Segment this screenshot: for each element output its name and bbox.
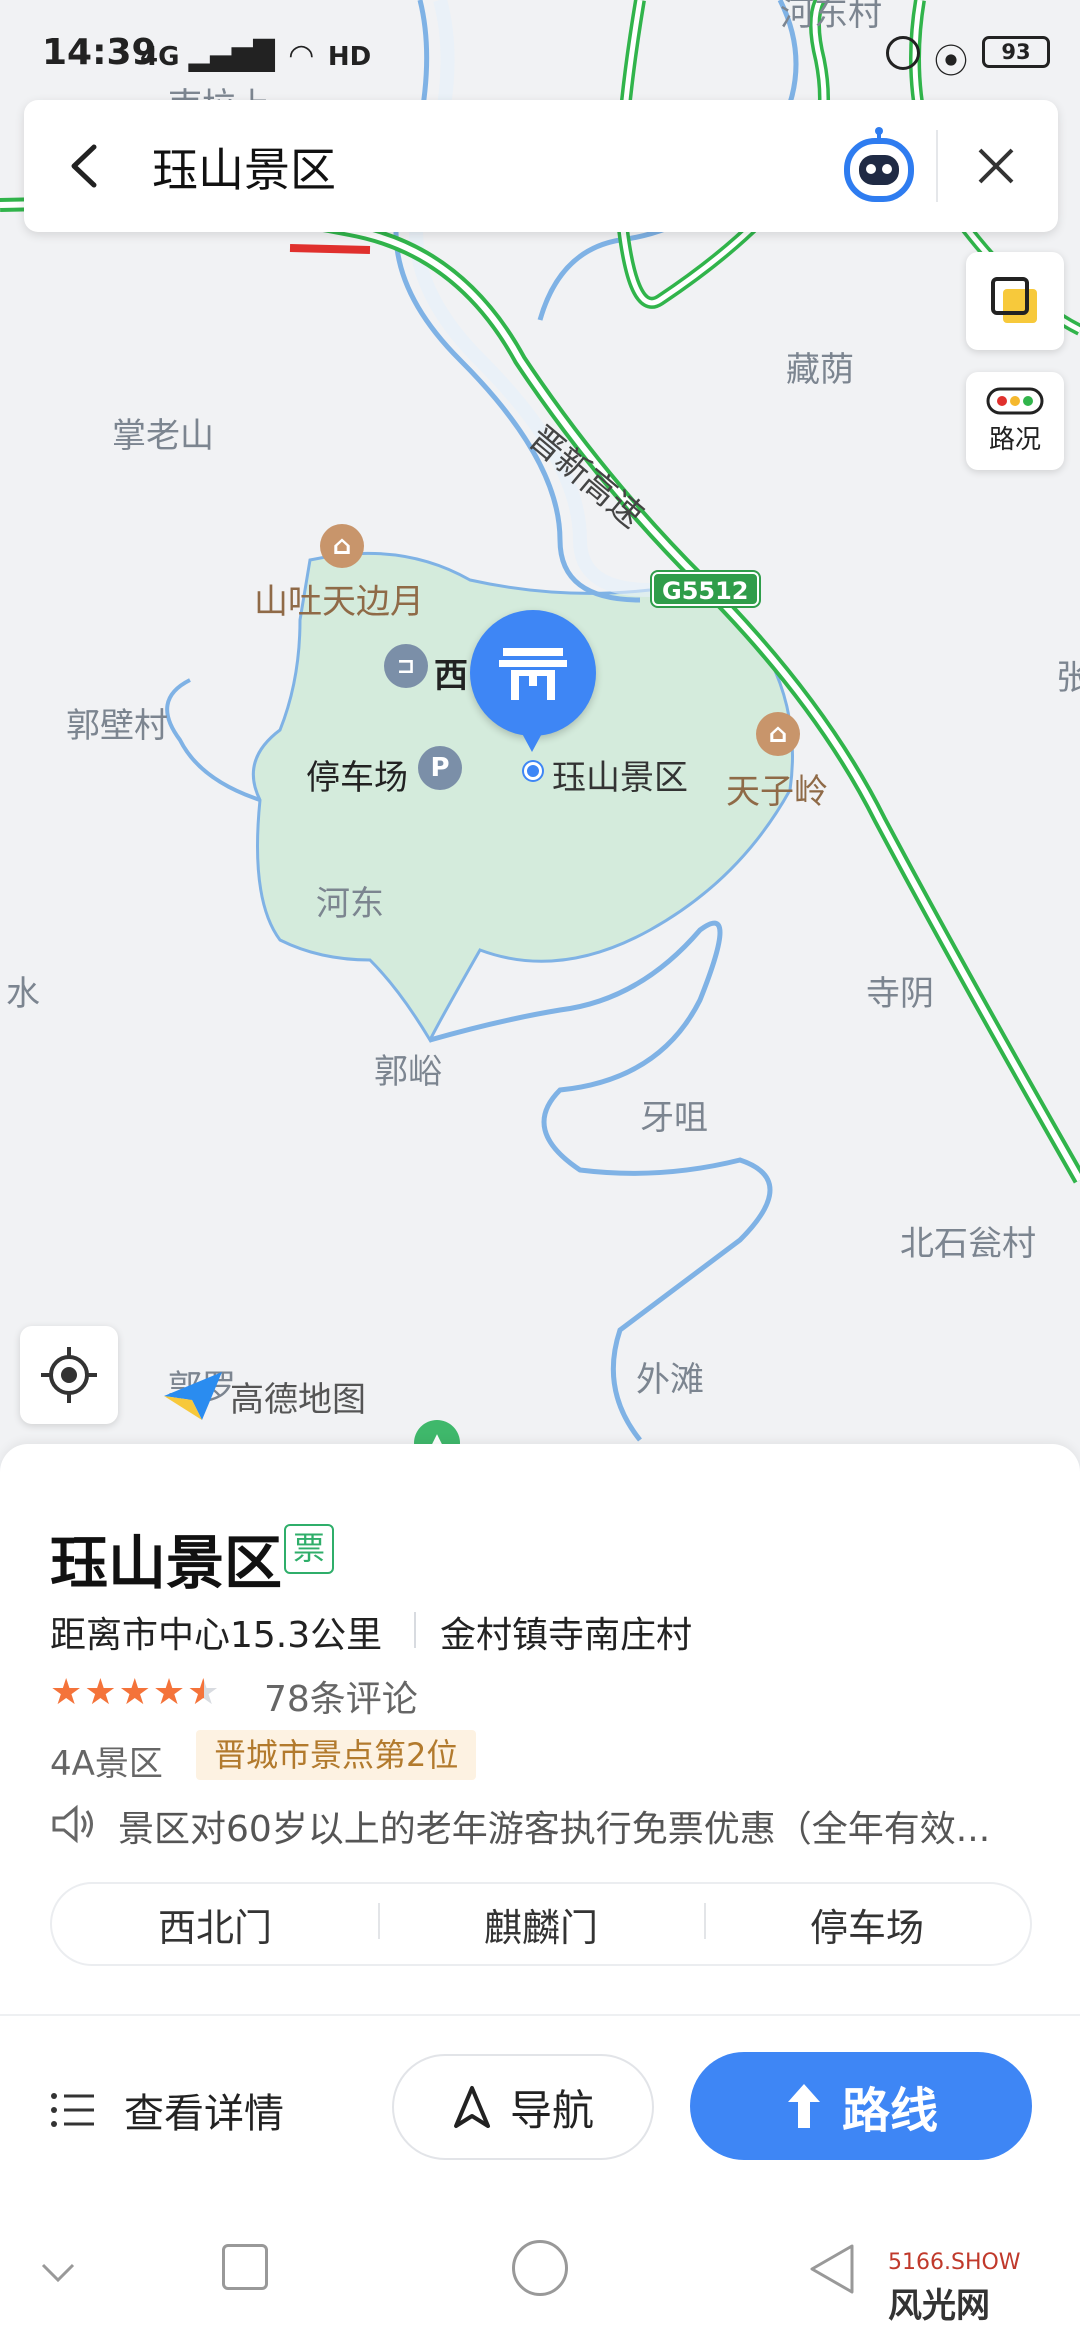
scenic-marker-pin[interactable]	[470, 610, 596, 736]
search-bar[interactable]: 珏山景区	[24, 100, 1058, 232]
close-button[interactable]	[964, 134, 1028, 198]
amap-logo-icon	[164, 1372, 222, 1420]
half-star-icon: ★	[187, 1672, 222, 1713]
watermark-name: 风光网	[888, 2286, 990, 2326]
map-label-zhang: 张	[1056, 658, 1080, 698]
nav-recents-button[interactable]	[222, 2244, 268, 2290]
map-label-beishiwengcun: 北石瓮村	[900, 1224, 1036, 1264]
star-icon: ★	[84, 1672, 119, 1713]
amap-logo: 高德地图	[162, 1370, 366, 1422]
nav-back-button[interactable]	[808, 2242, 856, 2300]
tianziling-icon[interactable]: ⌂	[756, 712, 800, 756]
rating-stars: ★★★★★	[50, 1672, 221, 1713]
map-label-yaju: 牙咀	[640, 1098, 708, 1138]
nav-home-button[interactable]	[512, 2240, 568, 2296]
address-text: 金村镇寺南庄村	[440, 1615, 693, 1656]
info-divider	[414, 1612, 416, 1648]
scenic-level: 4A景区	[50, 1744, 163, 1784]
wifi-icon: ◠	[289, 38, 313, 73]
nav-collapse-button[interactable]	[40, 2262, 76, 2288]
map-label-cangyin: 藏荫	[786, 350, 854, 390]
star-icon: ★	[118, 1672, 153, 1713]
network-signal: 4G ▂▄▆█ ◠ HD	[140, 38, 371, 73]
amap-brand-text: 高德地图	[230, 1379, 366, 1420]
layers-icon	[991, 277, 1037, 323]
traffic-label: 路况	[988, 424, 1041, 455]
rank-tag[interactable]: 晋城市景点第2位	[196, 1730, 477, 1780]
ticket-badge: 票	[284, 1524, 334, 1574]
scenic-center-dot	[524, 762, 542, 780]
signal-icon: ▂▄▆█	[188, 39, 275, 72]
entrance-list: 西北门 麒麟门 停车场	[50, 1882, 1032, 1966]
back-triangle-icon	[810, 2244, 854, 2294]
view-details-button[interactable]: 查看详情	[50, 2080, 284, 2140]
scenic-gate-icon	[499, 648, 567, 700]
watermark-site: 5166.SHOW	[888, 2250, 1021, 2275]
navigation-arrow-icon	[453, 2086, 490, 2128]
highway-shield: G5512	[652, 572, 759, 606]
search-query[interactable]: 珏山景区	[152, 134, 336, 200]
route-arrow-icon	[787, 2084, 820, 2128]
traffic-light-icon	[986, 387, 1044, 414]
place-title: 珏山景区	[50, 1529, 283, 1597]
speaker-icon	[50, 1804, 96, 1848]
poi-label-tianziling[interactable]: 天子岭	[726, 764, 828, 813]
map-label-guobicun: 郭壁村	[66, 706, 168, 746]
poi-label-scenic[interactable]: 珏山景区	[552, 750, 688, 799]
star-icon: ★	[50, 1672, 85, 1713]
review-count-link[interactable]: 78条评论	[264, 1670, 418, 1722]
entrance-parking[interactable]: 停车场	[704, 1897, 1030, 1952]
assistant-button[interactable]	[834, 122, 924, 212]
navigate-button[interactable]: 导航	[392, 2054, 654, 2160]
notice-text[interactable]: 景区对60岁以上的老年游客执行免票优惠（全年有效...	[118, 1800, 990, 1852]
assistant-robot-icon	[844, 127, 914, 202]
lock-icon	[886, 36, 920, 70]
locate-me-button[interactable]	[20, 1326, 118, 1424]
parking-icon[interactable]: P	[418, 746, 462, 790]
chevron-down-icon	[41, 2263, 75, 2283]
map-label-hedong: 河东	[316, 884, 384, 924]
route-label: 路线	[841, 2083, 938, 2139]
entrance-qilin-gate[interactable]: 麒麟门	[378, 1897, 704, 1952]
map-label-waitan: 外滩	[636, 1360, 704, 1400]
poi-label-shantu[interactable]: 山吐天边月	[254, 574, 424, 623]
map-label-shui: 水	[6, 974, 40, 1014]
section-divider	[0, 2014, 1080, 2016]
location-icon: ⦿	[934, 42, 968, 82]
view-details-label: 查看详情	[124, 2091, 284, 2137]
search-divider	[936, 130, 938, 202]
traffic-button[interactable]: 路况	[966, 372, 1064, 470]
river-3	[429, 920, 773, 1442]
crosshair-icon	[41, 1347, 97, 1403]
poi-label-parking[interactable]: 停车场	[306, 750, 408, 799]
traffic-red-segment	[289, 244, 371, 254]
poi-label-west[interactable]: 西	[434, 648, 468, 697]
map-label-zhanglaoshan: 掌老山	[112, 416, 214, 456]
map-label-guoyu: 郭峪	[374, 1052, 442, 1092]
hd-icon: HD	[327, 42, 372, 72]
scenic-marker-tail	[518, 726, 546, 752]
back-button[interactable]	[52, 134, 116, 198]
list-icon	[51, 2093, 94, 2127]
entrance-northwest-gate[interactable]: 西北门	[52, 1897, 378, 1952]
map-label-siyin: 寺阴	[866, 974, 934, 1014]
route-button[interactable]: 路线	[690, 2052, 1032, 2160]
distance-text: 距离市中心15.3公里	[50, 1615, 383, 1656]
temple-icon[interactable]: ⌂	[320, 524, 364, 568]
battery-indicator: 93	[982, 36, 1050, 68]
navigate-label: 导航	[509, 2085, 594, 2135]
layers-button[interactable]	[966, 252, 1064, 350]
network-type: 4G	[140, 42, 180, 72]
star-icon: ★	[152, 1672, 188, 1713]
close-icon	[978, 148, 1014, 184]
gate-icon[interactable]: ⊐	[384, 644, 428, 688]
status-bar: 14:39 4G ▂▄▆█ ◠ HD ⦿ 93	[0, 0, 1080, 100]
back-arrow-icon	[71, 144, 97, 188]
river-4	[165, 678, 261, 802]
